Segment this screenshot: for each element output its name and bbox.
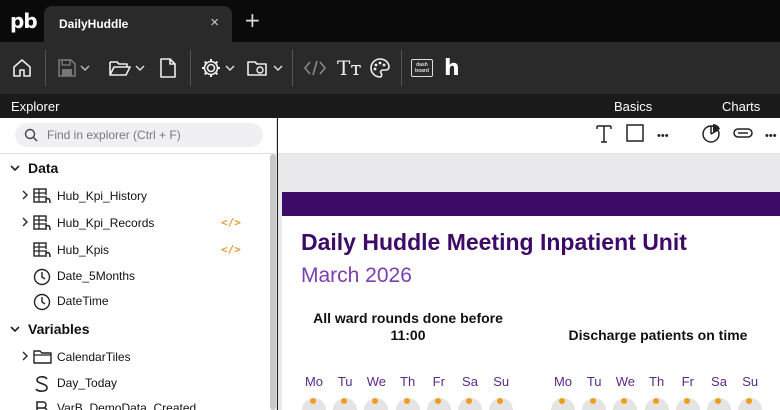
text-format-icon[interactable]: Tт — [337, 56, 361, 80]
open-folder-icon[interactable] — [108, 56, 145, 80]
clock-icon — [33, 293, 51, 311]
explorer-header: Explorer — [11, 99, 60, 114]
day-status-dot — [403, 398, 410, 404]
weekday-label: Sa — [711, 374, 727, 389]
day-status-dot — [715, 398, 721, 404]
tree-item-day-today[interactable]: Day_Today — [0, 372, 270, 394]
tree-item-varb-demodata-created[interactable]: VarB_DemoData_Created — [0, 397, 270, 410]
chevron-down-icon — [80, 65, 90, 72]
explorer-panel: Find in explorer (Ctrl + F) Data Hub_Kpi… — [0, 118, 277, 410]
save-icon[interactable] — [57, 56, 90, 80]
weekday-label: Fr — [681, 374, 694, 389]
charts-header[interactable]: Charts — [722, 99, 760, 114]
code-icon[interactable]: </> — [221, 216, 241, 229]
panel-headers: Explorer Basics Charts — [0, 94, 780, 118]
tree-item-date-5months[interactable]: Date_5Months — [0, 265, 270, 287]
divider — [0, 153, 277, 154]
chevron-down-icon — [273, 65, 283, 72]
tab-label: DailyHuddle — [59, 17, 129, 31]
tree-item-hub-kpi-history[interactable]: Hub_Kpi_History — [0, 185, 270, 207]
chevron-down-icon — [10, 326, 20, 333]
toolbar-separator — [401, 50, 402, 86]
theme-icon[interactable] — [369, 56, 391, 80]
chevron-down-icon — [225, 65, 235, 72]
report-page[interactable]: Daily Huddle Meeting Inpatient Unit Marc… — [282, 192, 780, 410]
text-icon[interactable] — [596, 124, 612, 144]
clock-icon — [33, 268, 51, 286]
more-icon[interactable]: ••• — [765, 130, 777, 142]
chevron-right-icon — [22, 217, 29, 227]
app-logo: pb — [10, 9, 38, 33]
code-icon[interactable]: </> — [221, 243, 241, 256]
weekday-label: We — [366, 374, 387, 389]
day-status-dot — [310, 398, 316, 404]
rectangle-icon[interactable] — [626, 124, 644, 142]
dashboard-icon[interactable]: dash board — [411, 56, 433, 80]
new-file-icon[interactable] — [159, 56, 177, 80]
table-icon — [33, 215, 52, 231]
chevron-right-icon — [22, 351, 29, 361]
day-status-dot — [559, 398, 565, 404]
day-status-dot — [434, 398, 441, 404]
section-data[interactable]: Data — [0, 158, 270, 180]
search-placeholder: Find in explorer (Ctrl + F) — [47, 128, 181, 142]
tree-item-hub-kpis[interactable]: Hub_Kpis </> — [0, 239, 270, 261]
weekday-label: Th — [649, 374, 665, 389]
canvas-toolbar: ••• ••• — [278, 118, 780, 154]
basics-header[interactable]: Basics — [614, 99, 652, 114]
boolean-icon — [36, 401, 48, 410]
toggle-icon[interactable] — [733, 128, 753, 138]
weekday-label: Mo — [304, 374, 324, 389]
table-icon — [33, 242, 52, 258]
table-icon — [33, 188, 52, 204]
code-icon[interactable] — [303, 56, 327, 80]
search-icon — [24, 128, 38, 142]
title-bar: pb DailyHuddle × + — [0, 0, 780, 42]
weekday-label: Sa — [462, 374, 478, 389]
string-icon — [35, 376, 48, 392]
kpi-title-discharge: Discharge patients on time — [568, 327, 748, 343]
new-tab-button[interactable]: + — [244, 8, 261, 32]
explorer-scrollbar[interactable] — [270, 154, 276, 410]
tab-dailyhuddle[interactable]: DailyHuddle × — [44, 6, 232, 42]
weekday-label: Th — [400, 374, 416, 389]
toolbar-separator — [292, 50, 293, 86]
home-icon[interactable] — [11, 56, 33, 80]
day-status-dot — [683, 398, 690, 404]
weekday-label: Su — [742, 374, 759, 389]
day-status-dot — [652, 398, 659, 404]
chevron-down-icon — [10, 165, 20, 172]
toolbar-separator — [45, 50, 46, 86]
report-title: Daily Huddle Meeting Inpatient Unit — [301, 229, 687, 255]
main-toolbar: Tт dash board h — [0, 42, 780, 94]
kpi-title-ward-rounds: All ward rounds done before 11:00 — [313, 310, 503, 343]
tree-item-calendartiles[interactable]: CalendarTiles — [0, 346, 270, 368]
tree-item-datetime[interactable]: DateTime — [0, 290, 270, 312]
chevron-right-icon — [22, 190, 29, 200]
report-subtitle: March 2026 — [301, 264, 412, 287]
weekday-label: Fr — [432, 374, 445, 389]
search-input[interactable]: Find in explorer (Ctrl + F) — [15, 123, 263, 147]
section-variables[interactable]: Variables — [0, 319, 270, 341]
folder-settings-icon[interactable] — [246, 56, 283, 80]
report-header-bar — [282, 192, 780, 216]
close-tab-icon[interactable]: × — [210, 14, 219, 31]
h-logo-icon[interactable]: h — [444, 56, 460, 81]
day-status-dot — [466, 398, 472, 404]
weekday-label: Tu — [337, 374, 353, 389]
settings-icon[interactable] — [200, 56, 235, 80]
weekday-label: Mo — [553, 374, 573, 389]
weekday-label: Tu — [586, 374, 602, 389]
more-icon[interactable]: ••• — [657, 130, 669, 142]
pie-chart-icon[interactable] — [701, 123, 721, 143]
chevron-down-icon — [135, 65, 145, 72]
weekday-label: Su — [493, 374, 510, 389]
toolbar-separator — [190, 50, 191, 86]
weekday-label: We — [615, 374, 636, 389]
folder-icon — [33, 350, 52, 364]
tree-item-hub-kpi-records[interactable]: Hub_Kpi_Records </> — [0, 212, 270, 234]
